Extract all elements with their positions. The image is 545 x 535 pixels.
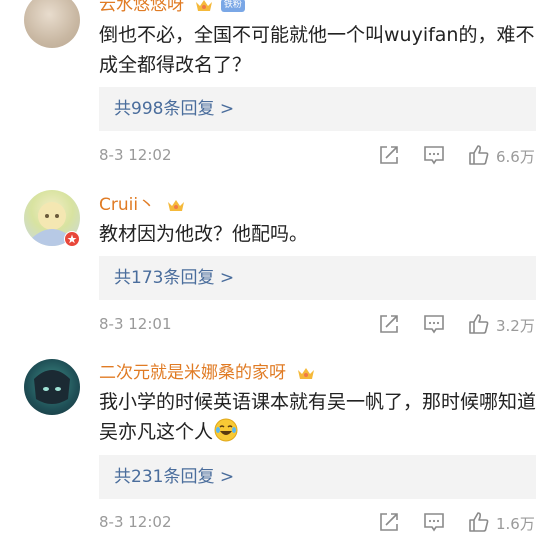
- username[interactable]: 二次元就是米娜桑的家呀: [99, 358, 315, 383]
- share-icon[interactable]: [378, 313, 400, 335]
- crown-icon: [167, 200, 184, 211]
- comment-text: 倒也不必，全国不可能就他一个叫wuyifan的，难不成全都得改名了？: [99, 24, 535, 76]
- timestamp: 8-3 12:01: [99, 315, 172, 333]
- comment-text-content: 我小学的时候英语课本就有吴一帆了，那时候哪知道吴亦凡这个人: [99, 391, 537, 443]
- avatar-illustration: [34, 370, 70, 404]
- reply-count-button[interactable]: 共998条回复 >: [99, 87, 536, 131]
- timestamp: 8-3 12:02: [99, 513, 172, 531]
- comment-meta: 8-3 12:01 3.2万: [99, 313, 536, 337]
- username[interactable]: Cruii丶: [99, 190, 185, 215]
- laugh-cry-emoji: [214, 418, 238, 442]
- like-count: 1.6万: [496, 515, 535, 533]
- crown-icon: [196, 0, 213, 11]
- avatar[interactable]: [24, 0, 80, 48]
- avatar[interactable]: [24, 359, 80, 415]
- username-text[interactable]: Cruii丶: [99, 195, 155, 215]
- comment-icon[interactable]: [423, 144, 445, 166]
- like-count: 6.6万: [496, 148, 535, 166]
- comment-text: 我小学的时候英语课本就有吴一帆了，那时候哪知道吴亦凡这个人: [99, 387, 539, 447]
- username[interactable]: 云水悠悠呀 铁粉: [99, 0, 245, 15]
- username-text[interactable]: 二次元就是米娜桑的家呀: [99, 363, 286, 383]
- comment-meta: 8-3 12:02 1.6万: [99, 511, 536, 535]
- fan-badge: 铁粉: [220, 0, 245, 12]
- like-icon[interactable]: [468, 144, 490, 166]
- verified-badge-icon: [64, 231, 80, 247]
- share-icon[interactable]: [378, 144, 400, 166]
- comment-meta: 8-3 12:02 6.6万: [99, 144, 536, 168]
- comment-text: 教材因为他改？他配吗。: [99, 223, 309, 245]
- comment-icon[interactable]: [423, 313, 445, 335]
- reply-count-button[interactable]: 共173条回复 >: [99, 256, 536, 300]
- crown-icon: [298, 368, 315, 379]
- username-text[interactable]: 云水悠悠呀: [99, 0, 184, 15]
- comment-icon[interactable]: [423, 511, 445, 533]
- reply-count-button[interactable]: 共231条回复 >: [99, 455, 536, 499]
- timestamp: 8-3 12:02: [99, 146, 172, 164]
- like-count: 3.2万: [496, 317, 535, 335]
- share-icon[interactable]: [378, 511, 400, 533]
- like-icon[interactable]: [468, 313, 490, 335]
- like-icon[interactable]: [468, 511, 490, 533]
